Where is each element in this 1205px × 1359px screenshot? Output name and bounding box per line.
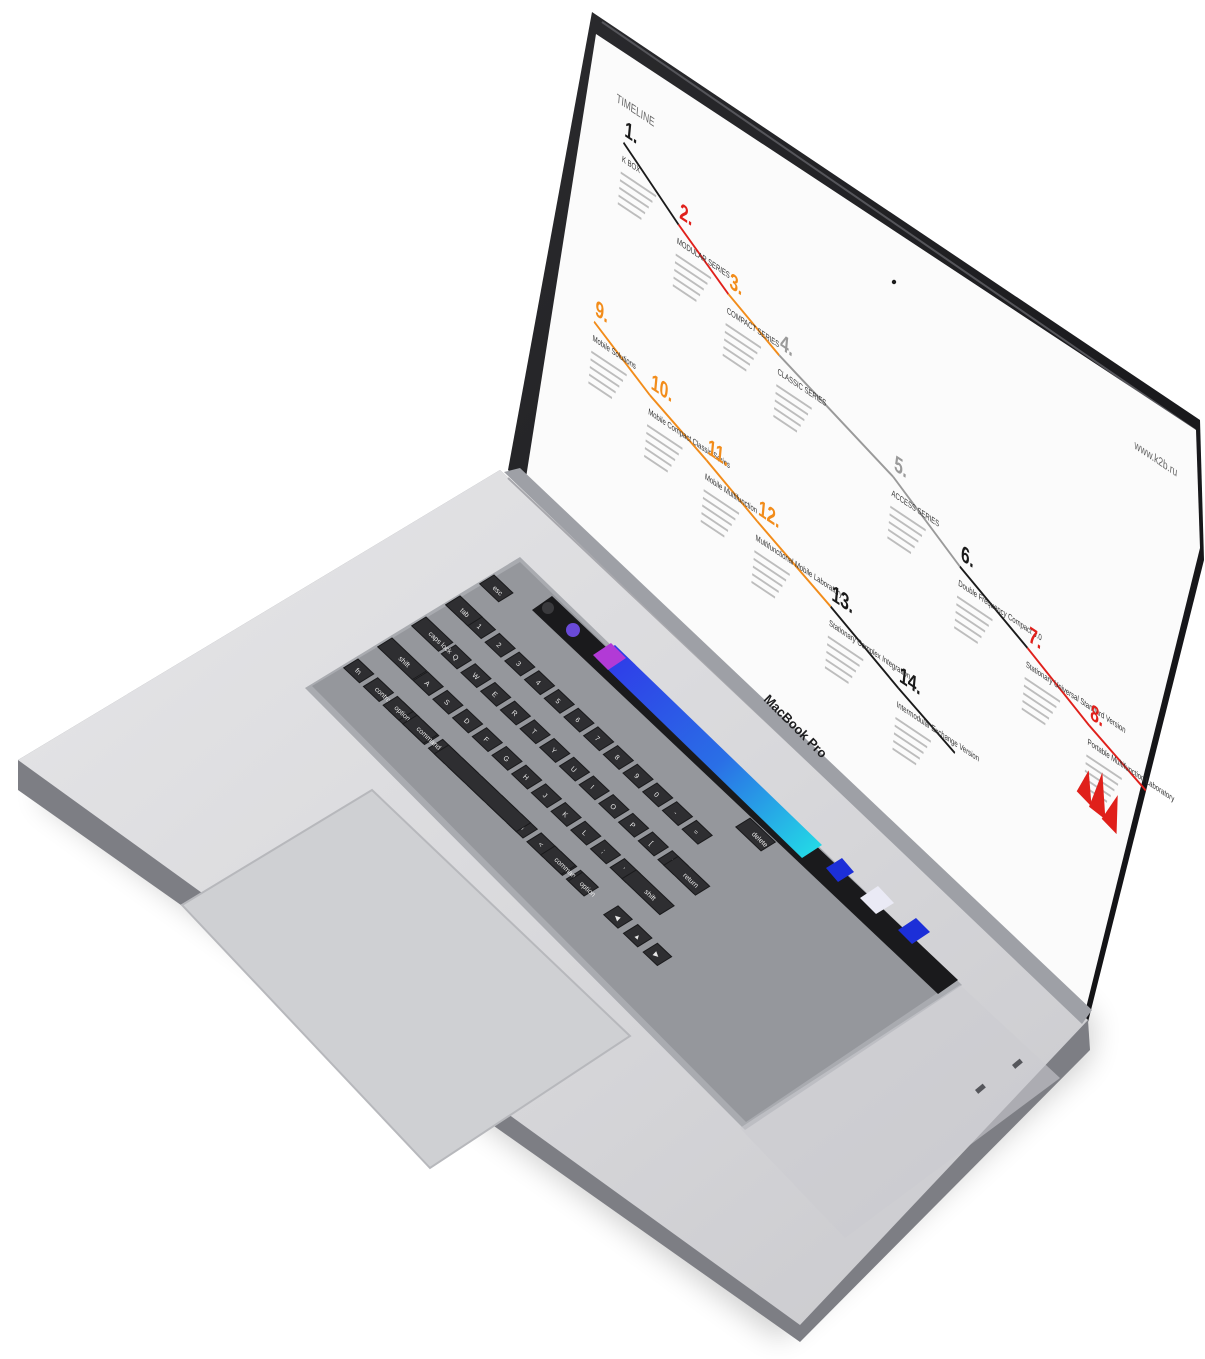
color-picker-icon: [566, 623, 580, 637]
touch-id-icon: [542, 602, 554, 614]
camera-icon: [891, 279, 897, 285]
macbook-scene: TIMELINE www.k2b.ru 1.K BOX2.MODULAR SER…: [18, 12, 1204, 1342]
